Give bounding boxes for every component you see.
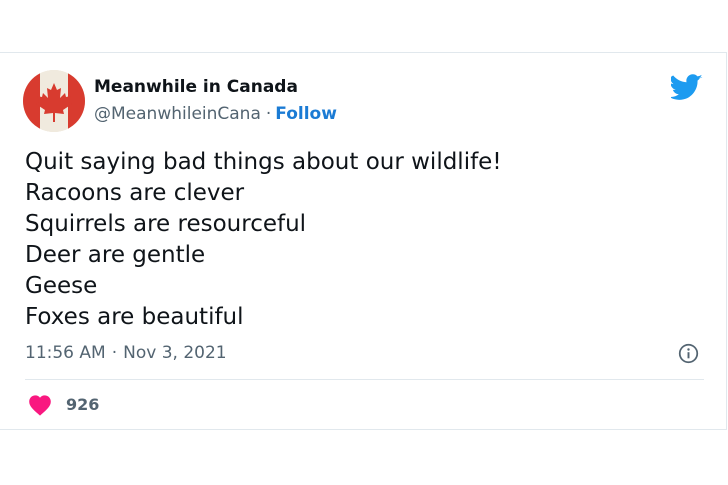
follow-button[interactable]: Follow [275, 104, 337, 124]
canadian-flag-icon [23, 70, 85, 132]
tweet-time: 11:56 AM [25, 343, 106, 363]
tweet-card: Meanwhile in Canada @MeanwhileinCana · Fol… [0, 52, 727, 430]
handle-separator: · [265, 104, 272, 124]
twitter-bird-icon[interactable] [671, 74, 703, 101]
timestamp[interactable]: 11:56 AM · Nov 3, 2021 [25, 343, 227, 363]
tweet-line: Quit saying bad things about our wildlif… [25, 149, 502, 175]
handle-row: @MeanwhileinCana · Follow [94, 104, 337, 124]
handle[interactable]: @MeanwhileinCana [94, 104, 261, 124]
divider [25, 379, 704, 380]
tweet-line: Squirrels are resourceful [25, 211, 307, 237]
info-icon[interactable] [678, 343, 699, 364]
display-name[interactable]: Meanwhile in Canada [94, 77, 298, 97]
tweet-line: Foxes are beautiful [25, 304, 244, 330]
timestamp-separator: · [111, 343, 118, 363]
tweet-line: Geese [25, 273, 98, 299]
avatar[interactable] [23, 70, 85, 132]
tweet-line: Racoons are clever [25, 180, 245, 206]
tweet-line: Deer are gentle [25, 242, 206, 268]
tweet-text: Quit saying bad things about our wildlif… [25, 147, 502, 333]
heart-icon[interactable] [28, 394, 52, 416]
tweet-date: Nov 3, 2021 [123, 343, 227, 363]
like-count[interactable]: 926 [66, 395, 99, 414]
